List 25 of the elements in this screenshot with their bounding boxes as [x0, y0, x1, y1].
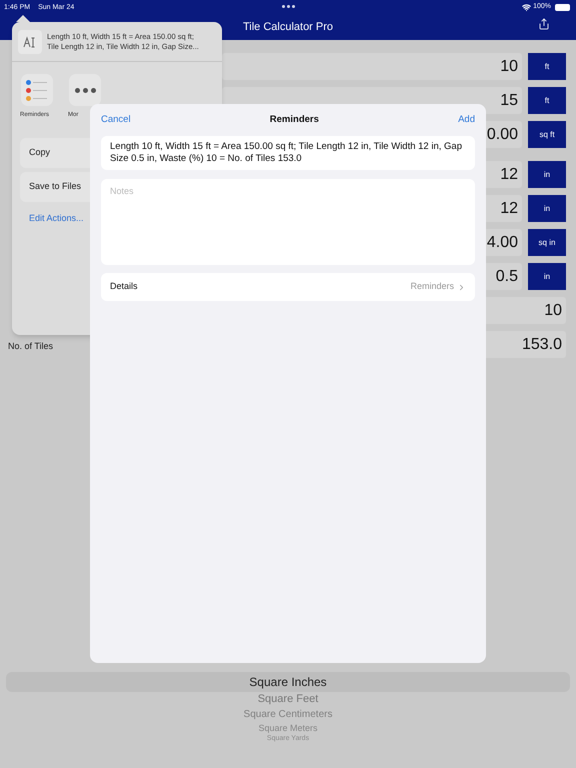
more-icon[interactable]	[69, 74, 101, 106]
edit-actions-link[interactable]: Edit Actions...	[20, 206, 84, 226]
reminder-title-field[interactable]: Length 10 ft, Width 15 ft = Area 150.00 sq ft; Tile Length 12 in, Tile Width 12 in, Gap Size 0.5 in, Waste (%) 10 = No. of Tiles 153.0	[101, 136, 475, 170]
unit-button[interactable]: in	[528, 195, 566, 222]
multitask-dots-icon[interactable]	[282, 5, 295, 8]
app-title: Tile Calculator Pro	[242, 20, 334, 35]
value-field[interactable]: 10	[222, 53, 522, 80]
share-icon[interactable]	[538, 18, 550, 30]
unit-button[interactable]: ft	[528, 53, 566, 80]
unit-button[interactable]: in	[528, 161, 566, 188]
unit-button[interactable]: ft	[528, 87, 566, 114]
picker-selected-row[interactable]: Square Inches	[6, 672, 570, 692]
unit-button[interactable]: sq in	[528, 229, 566, 256]
reminders-app-icon[interactable]	[21, 74, 53, 106]
cancel-button[interactable]: Cancel	[101, 112, 131, 128]
add-button[interactable]: Add	[458, 112, 475, 128]
chevron-right-icon	[457, 282, 466, 292]
details-row[interactable]: Details Reminders	[101, 273, 475, 301]
battery-icon	[555, 4, 570, 11]
sheet-title: Reminders	[270, 112, 319, 127]
wifi-icon	[522, 2, 532, 12]
unit-button[interactable]: sq ft	[528, 121, 566, 148]
row-label: No. of Tiles	[8, 340, 54, 350]
text-document-icon	[18, 30, 42, 54]
unit-button[interactable]: in	[528, 263, 566, 290]
